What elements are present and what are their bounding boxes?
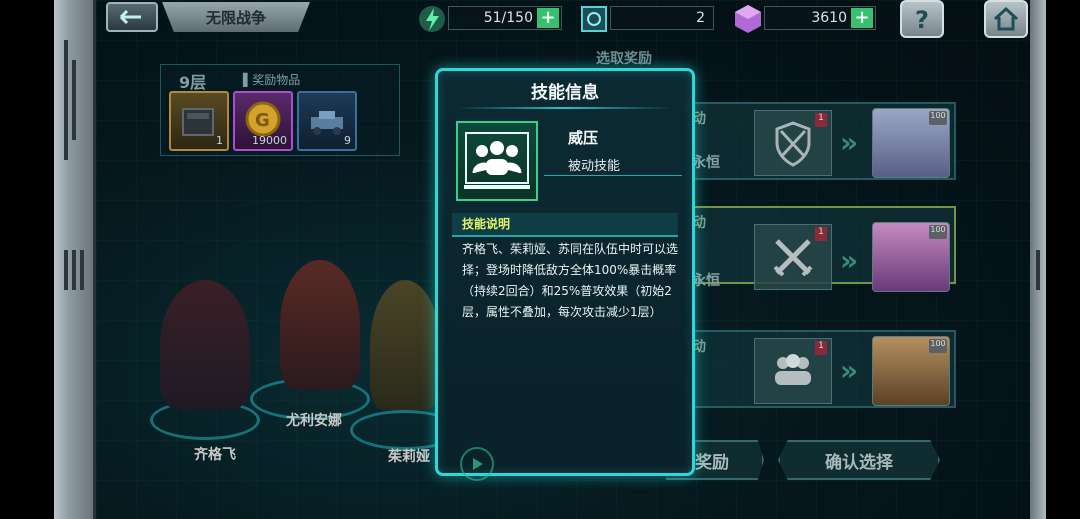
party-characters: 齐格飞 尤利安娜 茱莉娅: [150, 250, 460, 480]
scan-value: 2: [696, 10, 705, 26]
hero-portrait: 100: [872, 336, 950, 406]
right-frame: [1030, 0, 1046, 519]
left-letterbox: [0, 0, 54, 519]
right-letterbox: [1046, 0, 1080, 519]
back-button[interactable]: [106, 2, 158, 32]
energy-plus-button[interactable]: +: [537, 8, 559, 28]
question-icon: ?: [915, 6, 929, 32]
reward-item[interactable]: 9: [297, 91, 357, 151]
chevron-right-icon: »: [840, 244, 859, 277]
reward-item[interactable]: G 19000: [233, 91, 293, 151]
chevron-right-icon: »: [840, 126, 859, 159]
play-icon: [460, 447, 494, 481]
rewards-label: ▌奖励物品: [243, 73, 301, 87]
skill-choice-row[interactable]: 动 永恒 1 » 100: [690, 206, 956, 292]
choice-skill-slot: 1: [754, 110, 832, 176]
hero-julia[interactable]: [370, 280, 440, 410]
gem-icon: [732, 3, 764, 35]
group-icon: [464, 132, 530, 189]
choose-reward-header: 选取奖励: [596, 51, 652, 67]
skill-choice-row[interactable]: 动 1 » 100: [690, 330, 956, 408]
skill-description: 齐格飞、茱莉娅、苏同在队伍中时可以选择；登场时降低敌方全体100%暴击概率（持续…: [462, 242, 679, 319]
gem-counter: 3610 +: [764, 6, 876, 30]
energy-value: 51/150: [483, 10, 533, 26]
crossed-sword-shield-icon: [775, 121, 811, 167]
floor-reward-panel: 9层 ▌奖励物品 1 G 19000 9: [160, 64, 400, 156]
choice-skill-slot: 1: [754, 338, 832, 404]
svg-text:?: ?: [915, 6, 929, 32]
hero-portrait: 100: [872, 108, 950, 178]
energy-counter: 51/150 +: [448, 6, 562, 30]
svg-text:G: G: [255, 110, 270, 131]
divider: [544, 175, 682, 176]
left-frame: [54, 0, 96, 519]
hero-siegfried[interactable]: [160, 280, 250, 410]
mode-title: 无限战争: [162, 2, 310, 32]
skill-info-modal: 技能信息 威压 被动技能 技能说明 齐格飞、茱莉娅、苏同在队伍中时可以选择；登场…: [435, 68, 695, 481]
group-icon: [775, 354, 811, 385]
choice-skill-slot: 1: [754, 224, 832, 290]
chevron-right-icon: »: [840, 354, 859, 387]
skill-description-label: 技能说明: [452, 213, 678, 237]
hero-portrait: 100: [872, 222, 950, 292]
gem-value: 3610: [811, 10, 847, 26]
confirm-selection-button[interactable]: 确认选择: [778, 440, 940, 480]
floor-label: 9层: [179, 73, 207, 92]
modal-title: 技能信息: [531, 82, 599, 103]
crossed-swords-icon: [773, 239, 813, 277]
help-button[interactable]: ?: [900, 0, 944, 38]
skill-name: 威压: [568, 129, 599, 147]
skill-type: 被动技能: [568, 159, 621, 174]
hero-yuliana[interactable]: [280, 260, 360, 390]
top-bar: 无限战争 51/150 + 2 3610 + ?: [96, 0, 1030, 40]
reward-item[interactable]: 1: [169, 91, 229, 151]
back-arrow-icon: [119, 9, 141, 25]
hero-name: 茱莉娅: [388, 449, 430, 465]
home-button[interactable]: [984, 0, 1028, 38]
scan-icon: [578, 3, 610, 35]
energy-icon: [416, 3, 448, 35]
scan-counter: 2: [610, 6, 714, 30]
home-icon: [993, 6, 1019, 31]
skill-choice-row[interactable]: 动 永恒 1 » 100: [690, 102, 956, 180]
gem-plus-button[interactable]: +: [851, 8, 873, 28]
hero-name: 尤利安娜: [286, 413, 342, 429]
skill-icon-box: [456, 121, 538, 201]
hero-name: 齐格飞: [194, 447, 236, 463]
